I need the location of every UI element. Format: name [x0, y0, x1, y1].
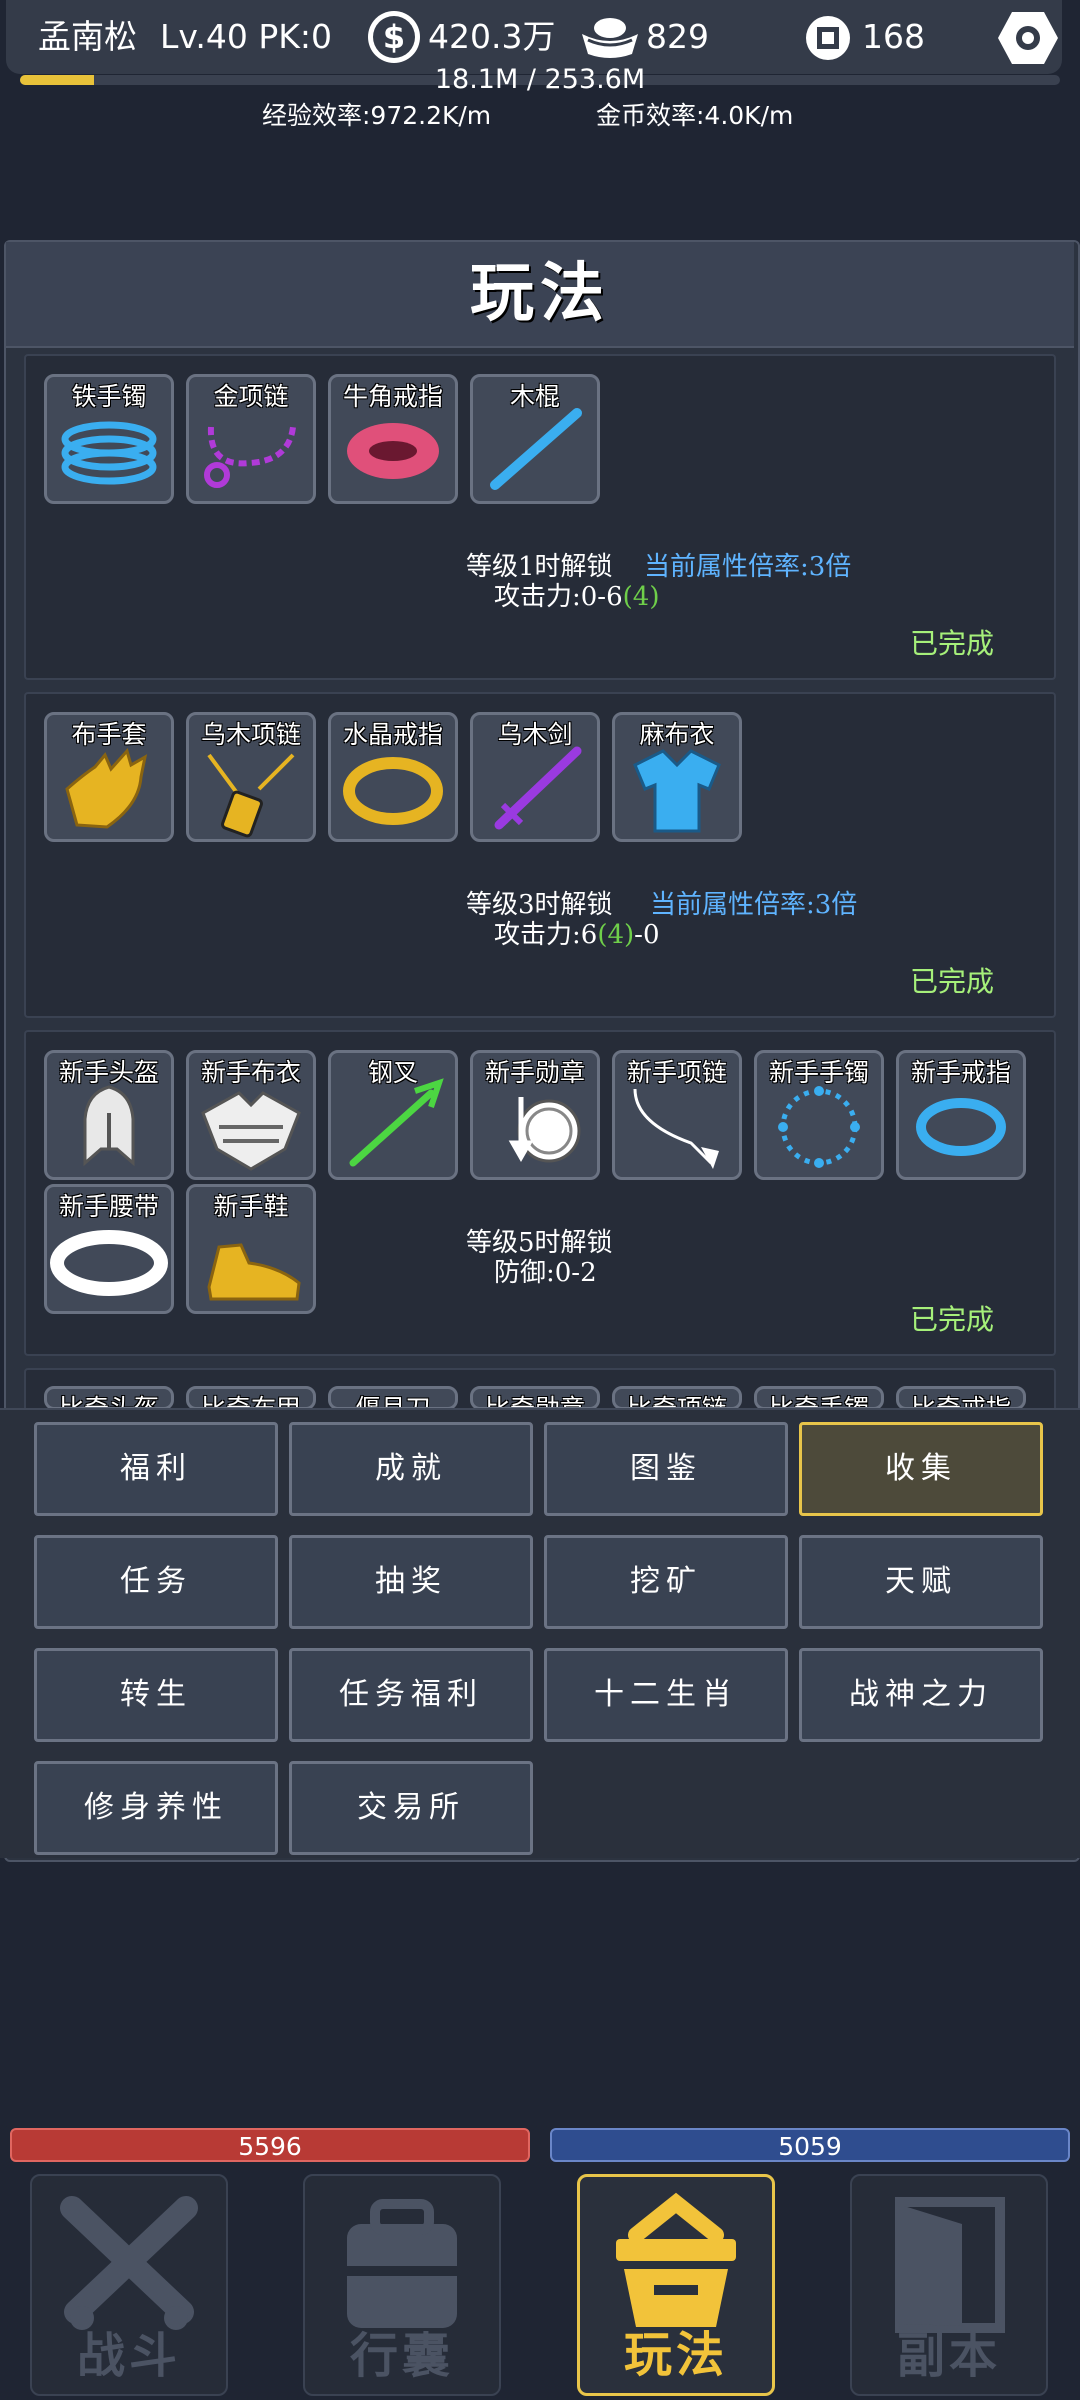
- item-slot-novice-medal[interactable]: 新手勋章: [470, 1050, 600, 1180]
- nav-tab-gameplay[interactable]: 玩法: [577, 2174, 775, 2396]
- item-label: 水晶戒指: [342, 720, 443, 749]
- item-slot-wooden-stick[interactable]: 木棍: [470, 374, 600, 504]
- item-label: 新手勋章: [484, 1058, 585, 1087]
- menu-button-codex[interactable]: 图鉴: [544, 1422, 788, 1516]
- completed-label: 已完成: [910, 1303, 995, 1336]
- item-label: 新手手镯: [768, 1058, 869, 1087]
- item-slot-cloth-gloves[interactable]: 布手套: [44, 712, 174, 842]
- item-label: 新手项链: [626, 1058, 727, 1087]
- exp-rate: 经验效率:972.2K/m: [262, 101, 492, 130]
- item-label: 新手鞋: [213, 1192, 289, 1221]
- settings-gear-icon[interactable]: [996, 10, 1060, 66]
- mp-bar: 5059: [550, 2128, 1070, 2162]
- token-icon: [804, 14, 852, 62]
- item-slot-novice-helmet[interactable]: 新手头盔: [44, 1050, 174, 1180]
- item-slot-novice-ring[interactable]: 新手戒指: [896, 1050, 1026, 1180]
- menu-button-quest-welfare[interactable]: 任务福利: [289, 1648, 533, 1742]
- set-stat: 攻击力:6(4)-0: [494, 920, 660, 950]
- nav-tab-label: 副本: [896, 2328, 1001, 2384]
- item-slot-partial[interactable]: 比奇布甲: [186, 1386, 316, 1410]
- item-label: 乌木剑: [497, 720, 573, 749]
- menu-button-rebirth[interactable]: 转生: [34, 1648, 278, 1742]
- item-slot-partial[interactable]: 比奇手镯: [754, 1386, 884, 1410]
- item-label: 木棍: [509, 382, 560, 411]
- item-label: 麻布衣: [639, 720, 715, 749]
- attribute-multiplier: 当前属性倍率:3倍: [644, 552, 852, 582]
- completed-label: 已完成: [910, 965, 995, 998]
- coin-amount: 420.3万: [428, 17, 556, 56]
- item-label: 金项链: [213, 382, 289, 411]
- item-label: 新手腰带: [58, 1192, 159, 1221]
- item-label: 牛角戒指: [342, 382, 443, 411]
- item-slot-partial[interactable]: 偃月刀: [328, 1386, 458, 1410]
- token-amount: 168: [862, 17, 925, 56]
- item-slot-gold-necklace[interactable]: 金项链: [186, 374, 316, 504]
- item-label: 新手戒指: [910, 1058, 1011, 1087]
- item-label: 新手头盔: [58, 1058, 159, 1087]
- menu-button-achievement[interactable]: 成就: [289, 1422, 533, 1516]
- nav-tab-battle[interactable]: 战斗: [30, 2174, 228, 2396]
- menu-button-collection[interactable]: 收集: [799, 1422, 1043, 1516]
- level-pk: Lv.40 PK:0: [160, 17, 332, 56]
- item-label: 钢叉: [367, 1058, 418, 1087]
- menu-button-talent[interactable]: 天赋: [799, 1535, 1043, 1629]
- ingot-icon: [580, 14, 640, 60]
- panel-title: 玩法: [470, 256, 610, 331]
- hp-bar: 5596: [10, 2128, 530, 2162]
- item-label: 乌木项链: [200, 720, 301, 749]
- item-slot-iron-bracelet[interactable]: 铁手镯: [44, 374, 174, 504]
- nav-tab-dungeon[interactable]: 副本: [850, 2174, 1048, 2396]
- attribute-multiplier: 当前属性倍率:3倍: [650, 890, 858, 920]
- item-slot-partial[interactable]: 比奇项链: [612, 1386, 742, 1410]
- item-slot-ebony-sword[interactable]: 乌木剑: [470, 712, 600, 842]
- item-slot-novice-bracelet[interactable]: 新手手镯: [754, 1050, 884, 1180]
- nav-tab-label: 行囊: [349, 2328, 454, 2384]
- gold-rate: 金币效率:4.0K/m: [596, 101, 794, 130]
- menu-button-lottery[interactable]: 抽奖: [289, 1535, 533, 1629]
- menu-button-welfare[interactable]: 福利: [34, 1422, 278, 1516]
- item-label: 铁手镯: [71, 382, 147, 411]
- menu-button-zodiac[interactable]: 十二生肖: [544, 1648, 788, 1742]
- item-slot-partial[interactable]: 比奇戒指: [896, 1386, 1026, 1410]
- menu-button-mining[interactable]: 挖矿: [544, 1535, 788, 1629]
- menu-button-war-god[interactable]: 战神之力: [799, 1648, 1043, 1742]
- item-label: 布手套: [71, 720, 147, 749]
- ingot-amount: 829: [646, 17, 709, 56]
- nav-tab-bag[interactable]: 行囊: [303, 2174, 501, 2396]
- nav-tab-label: 玩法: [623, 2327, 728, 2383]
- item-slot-partial[interactable]: 比奇头盔: [44, 1386, 174, 1410]
- item-slot-linen-robe[interactable]: 麻布衣: [612, 712, 742, 842]
- item-slot-ebony-necklace[interactable]: 乌木项链: [186, 712, 316, 842]
- coin-icon: $: [368, 11, 420, 63]
- menu-button-cultivation[interactable]: 修身养性: [34, 1761, 278, 1855]
- exp-progress-text: 18.1M / 253.6M: [434, 64, 646, 95]
- item-slot-horn-ring[interactable]: 牛角戒指: [328, 374, 458, 504]
- set-stat: 防御:0-2: [494, 1258, 597, 1288]
- player-name: 孟南松: [38, 17, 137, 56]
- item-slot-novice-belt[interactable]: 新手腰带: [44, 1184, 174, 1314]
- item-slot-partial[interactable]: 比奇勋章: [470, 1386, 600, 1410]
- menu-button-exchange[interactable]: 交易所: [289, 1761, 533, 1855]
- item-slot-novice-cloth-armor[interactable]: 新手布衣: [186, 1050, 316, 1180]
- item-slot-novice-necklace[interactable]: 新手项链: [612, 1050, 742, 1180]
- item-slot-crystal-ring[interactable]: 水晶戒指: [328, 712, 458, 842]
- item-label: 新手布衣: [200, 1058, 301, 1087]
- menu-button-quest[interactable]: 任务: [34, 1535, 278, 1629]
- set-stat: 攻击力:0-6(4): [494, 582, 660, 612]
- nav-tab-label: 战斗: [76, 2328, 181, 2384]
- item-slot-steel-fork[interactable]: 钢叉: [328, 1050, 458, 1180]
- item-slot-novice-shoes[interactable]: 新手鞋: [186, 1184, 316, 1314]
- completed-label: 已完成: [910, 627, 995, 660]
